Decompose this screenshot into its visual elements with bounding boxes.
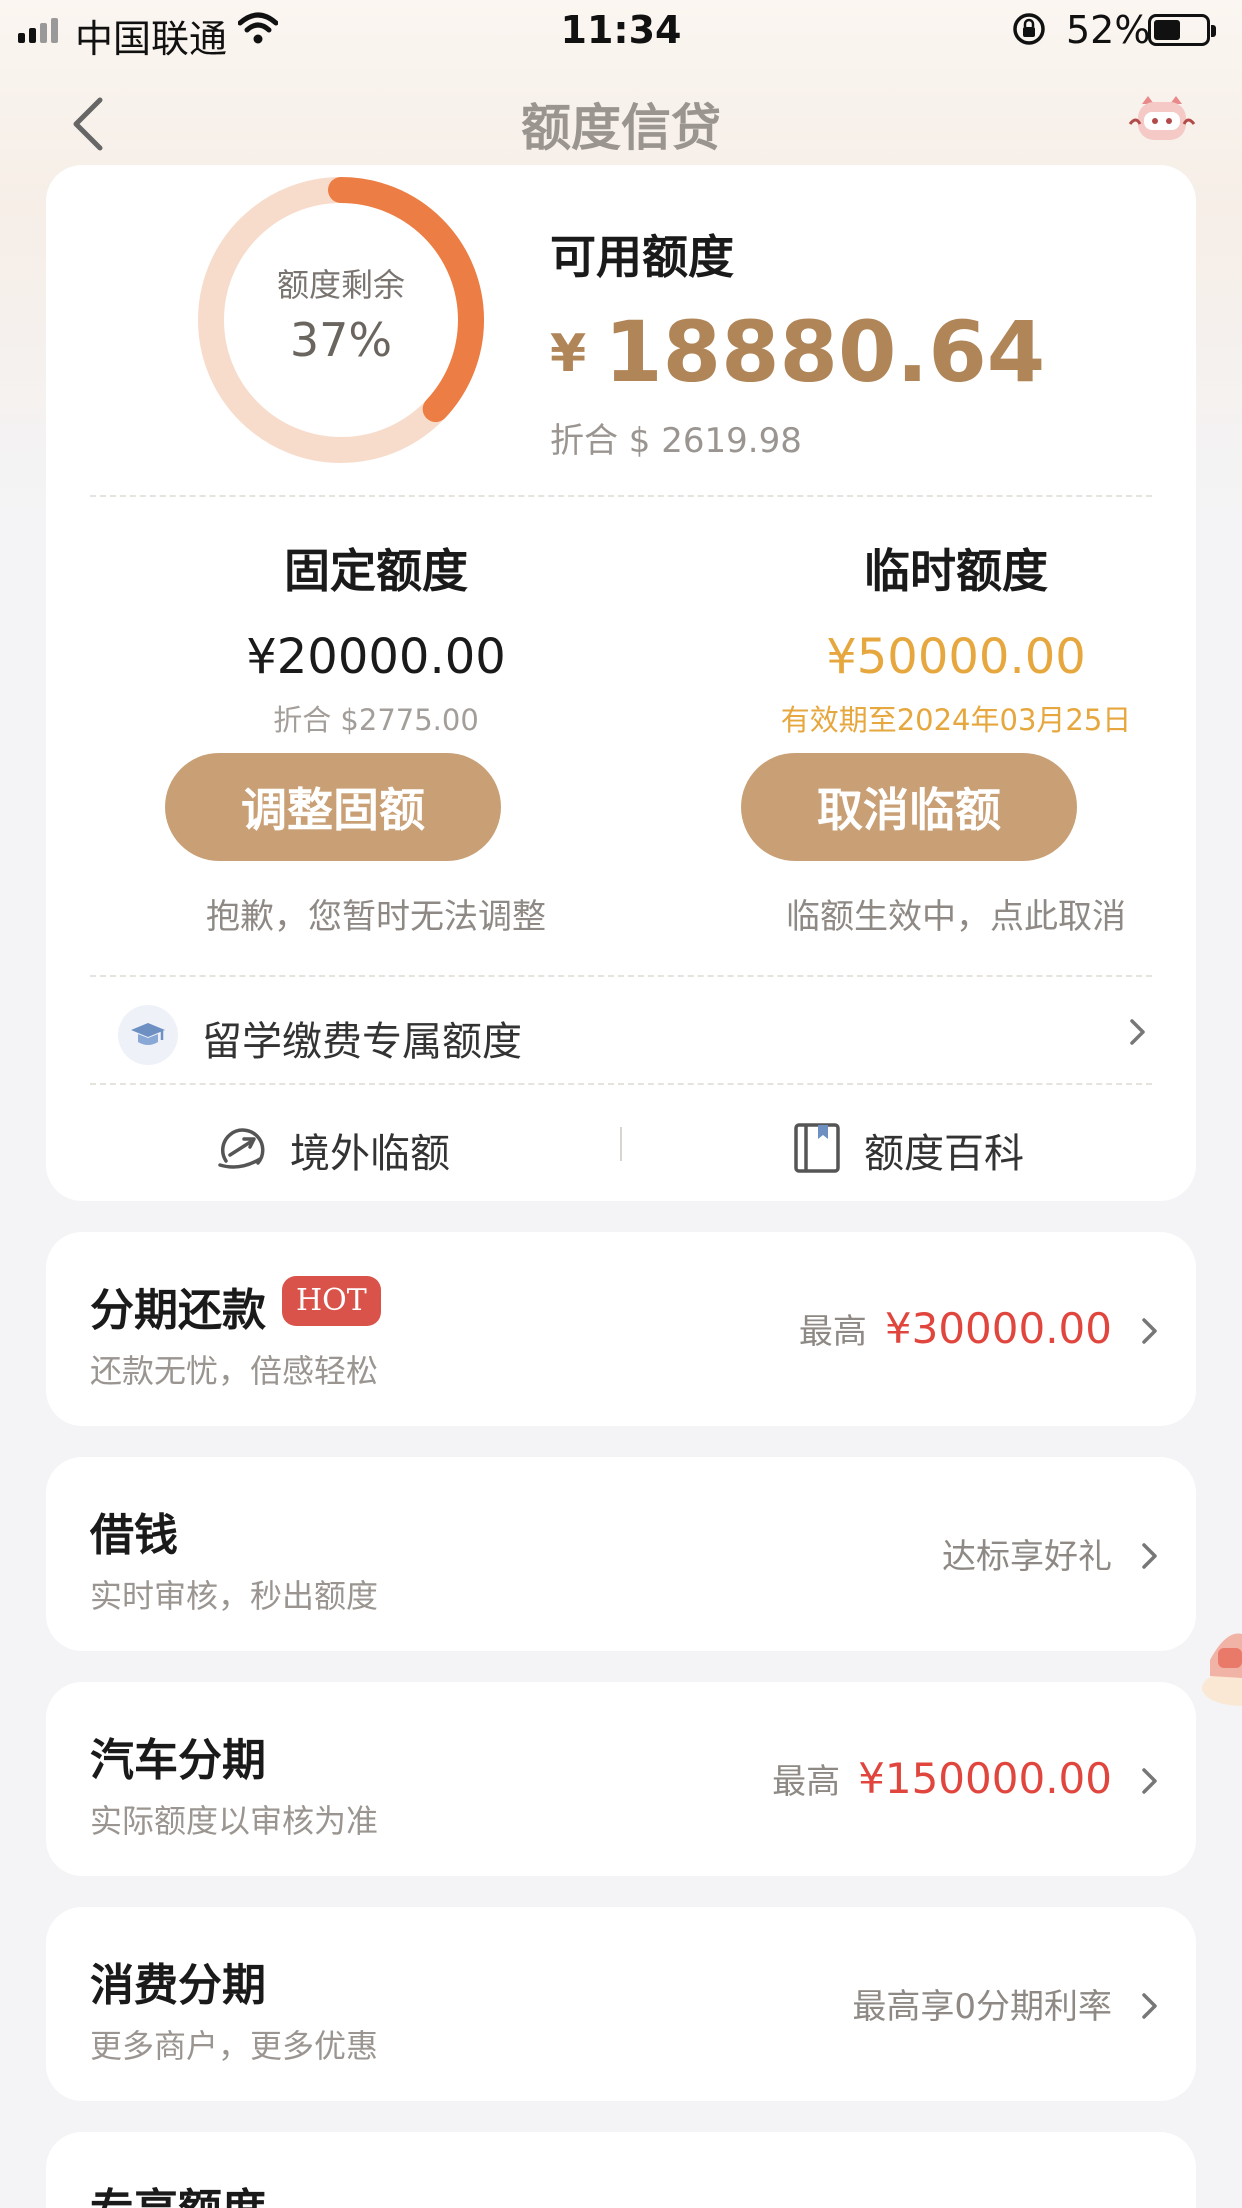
product-right-label: 最高: [772, 1762, 841, 1802]
donut-label: 额度剩余: [276, 266, 405, 304]
mascot-icon[interactable]: [1128, 94, 1196, 154]
product-right-info: 最高 ¥30000.00: [799, 1304, 1112, 1353]
fixed-quota-amount: ¥20000.00: [246, 629, 506, 685]
plane-globe-icon: [214, 1121, 268, 1179]
orientation-lock-icon: [1010, 10, 1048, 57]
available-quota-amount: ¥18880.64: [550, 303, 1045, 401]
chevron-right-icon: [1140, 1539, 1160, 1577]
quota-encyclopedia-link[interactable]: 额度百科: [792, 1115, 1024, 1185]
product-row-exclusive-quota[interactable]: 专享额度: [46, 2132, 1196, 2208]
temporary-quota-validity: 有效期至2024年03月25日: [780, 703, 1132, 737]
page-title: 额度信贷: [521, 99, 721, 157]
battery-icon: [1148, 14, 1216, 46]
product-row-car-installment[interactable]: 汽车分期 实际额度以审核为准 最高 ¥150000.00: [46, 1682, 1196, 1876]
product-title: 借钱: [90, 1510, 178, 1561]
fixed-quota-title: 固定额度: [284, 544, 468, 598]
floating-mascot-icon[interactable]: [1196, 1608, 1242, 1718]
divider: [90, 1083, 1152, 1085]
status-bar: 中国联通 11:34 52%: [0, 0, 1242, 62]
divider: [620, 1127, 622, 1161]
nav-bar: 额度信贷: [0, 80, 1242, 160]
product-right-label: 最高享0分期利率: [852, 1987, 1112, 2027]
fixed-quota-note: 抱歉，您暂时无法调整: [206, 897, 546, 937]
product-right-info: 最高享0分期利率: [852, 1979, 1112, 2028]
product-subtitle: 实际额度以审核为准: [90, 1802, 379, 1840]
book-icon: [792, 1121, 842, 1179]
temporary-quota-title: 临时额度: [864, 544, 1048, 598]
donut-percent: 37%: [289, 313, 393, 367]
study-abroad-quota-row[interactable]: 留学缴费专属额度: [118, 1005, 1148, 1081]
graduation-cap-icon: [118, 1005, 178, 1065]
product-row-installment-repayment[interactable]: 分期还款 HOT 还款无忧，倍感轻松 最高 ¥30000.00: [46, 1232, 1196, 1426]
product-row-borrow-money[interactable]: 借钱 实时审核，秒出额度 达标享好礼: [46, 1457, 1196, 1651]
fixed-quota-usd: 折合 $2775.00: [273, 703, 479, 737]
product-title: 汽车分期: [90, 1735, 266, 1786]
temporary-quota-section: 临时额度 ¥50000.00 有效期至2024年03月25日: [746, 535, 1166, 739]
product-subtitle: 更多商户，更多优惠: [90, 2027, 379, 2065]
currency-symbol: ¥: [550, 324, 587, 384]
product-right-info: 最高 ¥150000.00: [772, 1754, 1112, 1803]
divider: [90, 975, 1152, 977]
quota-encyclopedia-label: 额度百科: [864, 1131, 1024, 1177]
available-quota-title: 可用额度: [550, 230, 734, 284]
overseas-temp-quota-label: 境外临额: [290, 1131, 450, 1177]
product-right-value: ¥150000.00: [858, 1754, 1112, 1803]
fixed-quota-section: 固定额度 ¥20000.00 折合 $2775.00: [166, 535, 586, 739]
available-quota-usd: 折合 $ 2619.98: [550, 421, 802, 461]
chevron-right-icon: [1140, 1314, 1160, 1352]
chevron-right-icon: [1140, 1764, 1160, 1802]
product-title: 消费分期: [90, 1960, 266, 2011]
overseas-temp-quota-link[interactable]: 境外临额: [214, 1115, 450, 1185]
chevron-right-icon: [1128, 1015, 1148, 1053]
adjust-fixed-quota-button[interactable]: 调整固额: [165, 753, 501, 861]
chevron-right-icon: [1140, 1989, 1160, 2027]
battery-percent: 52%: [1066, 8, 1151, 52]
quota-card: 额度剩余 37% 可用额度 ¥18880.64 折合 $ 2619.98 固定额…: [46, 165, 1196, 1201]
product-row-consumer-installment[interactable]: 消费分期 更多商户，更多优惠 最高享0分期利率: [46, 1907, 1196, 2101]
product-subtitle: 还款无忧，倍感轻松: [90, 1352, 379, 1390]
study-abroad-quota-label: 留学缴费专属额度: [202, 1019, 522, 1065]
product-right-value: ¥30000.00: [884, 1304, 1112, 1353]
hot-badge: HOT: [282, 1276, 381, 1326]
available-amount-value: 18880.64: [604, 303, 1046, 401]
status-time: 11:34: [560, 8, 682, 52]
temporary-quota-note[interactable]: 临额生效中，点此取消: [696, 889, 1216, 938]
product-title: 分期还款: [90, 1285, 266, 1336]
cancel-temporary-quota-button[interactable]: 取消临额: [741, 753, 1077, 861]
product-right-label: 达标享好礼: [942, 1537, 1112, 1577]
product-right-info: 达标享好礼: [942, 1529, 1112, 1578]
divider: [90, 495, 1152, 497]
product-right-label: 最高: [798, 1312, 867, 1352]
temporary-quota-amount: ¥50000.00: [826, 629, 1086, 685]
product-title: 专享额度: [90, 2174, 266, 2208]
product-subtitle: 实时审核，秒出额度: [90, 1577, 379, 1615]
